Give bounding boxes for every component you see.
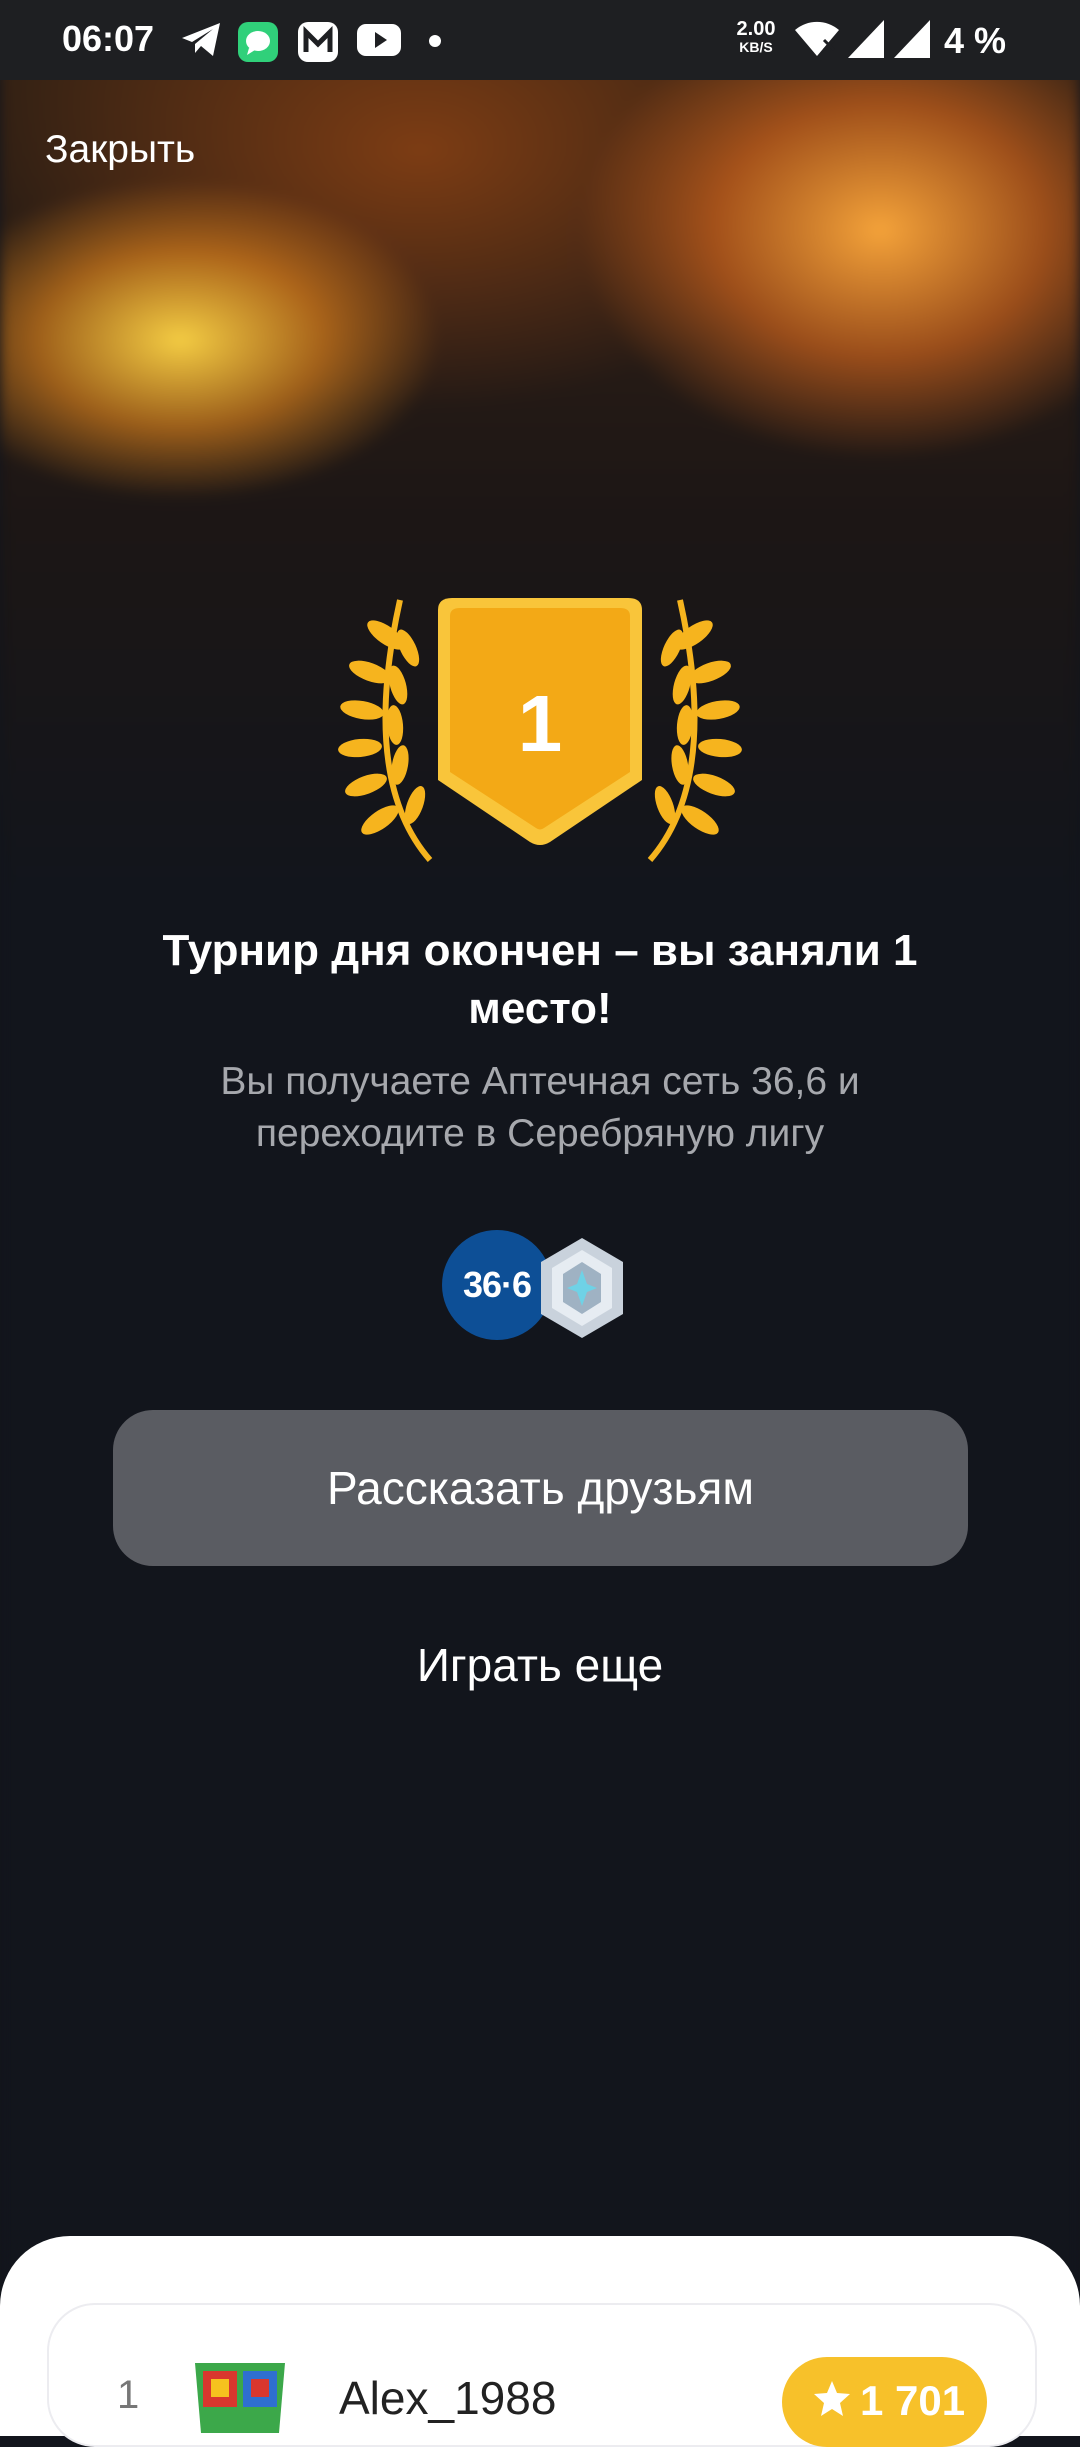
result-title: Турнир дня окончен – вы заняли 1 место! <box>162 926 918 1033</box>
status-time: 06:07 <box>62 18 155 59</box>
place-number: 1 <box>518 679 563 768</box>
place-badge: 1 <box>320 580 760 880</box>
wifi-icon <box>795 21 839 56</box>
share-button-label: Рассказать друзьям <box>327 1462 754 1514</box>
star-icon <box>814 2381 850 2416</box>
leaderboard-score-badge: 1 701 <box>782 2357 987 2447</box>
leaderboard-player-name: Alex_1988 <box>339 2372 557 2424</box>
play-again-label: Играть еще <box>416 1639 664 1691</box>
play-again-button[interactable]: Играть еще <box>0 1638 1080 1692</box>
signal-icon <box>894 20 930 58</box>
status-bar: 06:07 2.00 KB/S 4 % <box>0 0 1080 80</box>
dot-icon <box>429 35 441 47</box>
network-speed-value: 2.00 <box>736 18 776 40</box>
pharmacy-logo-text: 36·6 <box>462 1264 532 1305</box>
leaderboard-row[interactable]: 1 Alex_1988 1 701 <box>47 2303 1037 2447</box>
blurred-fire-background <box>0 0 1080 2400</box>
silver-league-icon <box>541 1238 623 1338</box>
laurel-wreath-icon: 1 <box>338 598 742 862</box>
battery-percent: 4 % <box>944 20 1007 61</box>
result-subtitle: Вы получаете Аптечная сеть 36,6 и перехо… <box>220 1060 860 1155</box>
network-speed: 2.00 KB/S <box>728 18 784 56</box>
network-speed-unit: KB/S <box>739 39 773 55</box>
messenger-icon <box>238 22 278 62</box>
player-avatar <box>195 2363 285 2433</box>
leaderboard-score: 1 701 <box>860 2377 966 2424</box>
telegram-icon <box>182 23 220 56</box>
share-with-friends-button[interactable]: Рассказать друзьям <box>113 1410 968 1566</box>
m-app-icon <box>298 22 338 62</box>
close-button[interactable]: Закрыть <box>45 128 195 172</box>
signal-icon <box>848 20 884 58</box>
pharmacy-logo: 36·6 <box>442 1230 552 1340</box>
youtube-icon <box>357 24 401 56</box>
leaderboard-rank: 1 <box>117 2373 140 2417</box>
